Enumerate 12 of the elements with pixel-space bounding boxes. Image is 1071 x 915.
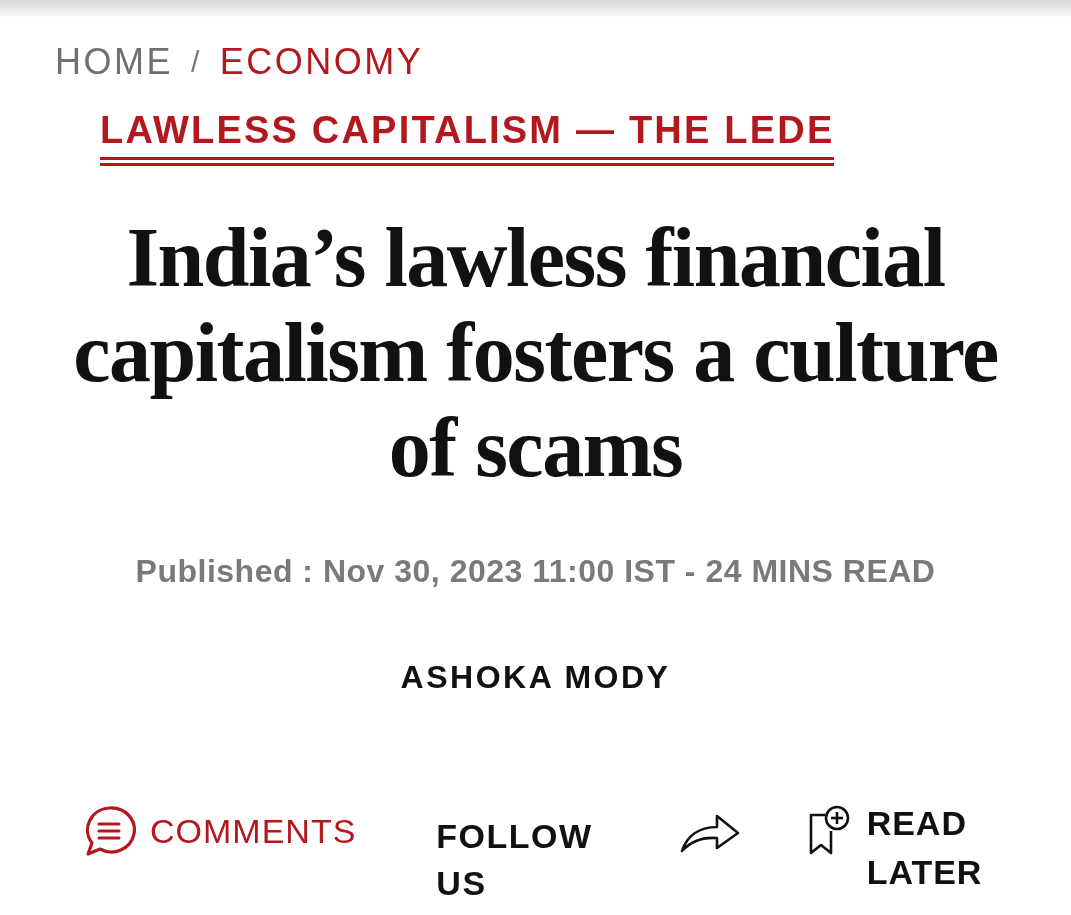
breadcrumb-separator: /	[191, 44, 202, 80]
share-button[interactable]	[678, 812, 741, 854]
breadcrumb-link[interactable]: HOME	[55, 40, 173, 84]
publish-info: Published : Nov 30, 2023 11:00 IST - 24 MINS READ	[134, 552, 937, 591]
follow-us-button[interactable]: FOLLOW US	[436, 813, 593, 907]
author-name: ASHOKA MODY	[399, 658, 672, 697]
article-headline: India’s lawless financial capitalism fosters a culture of scams	[72, 210, 999, 495]
breadcrumb-link[interactable]: ECONOMY	[219, 40, 424, 84]
section-kicker-link[interactable]: LAWLESS CAPITALISM — THE LEDE	[100, 108, 835, 166]
share-arrow-icon	[678, 812, 741, 854]
read-later-button[interactable]: READ LATER	[806, 805, 983, 897]
comments-button[interactable]: COMMENTS	[82, 805, 357, 857]
